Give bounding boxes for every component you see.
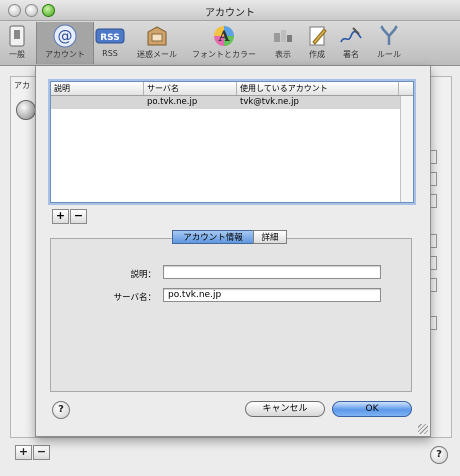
add-account-button[interactable]: + [15,445,32,460]
server-name-label: サーバ名： [113,293,156,303]
svg-text:A: A [218,29,231,45]
panel-control-edge [430,234,437,248]
tab-detail[interactable]: 詳細 [253,230,287,244]
toolbar-item-view[interactable]: 表示 [266,22,300,64]
toolbar-item-signature[interactable]: 署名 [334,22,368,64]
toolbar-item-label: 一般 [9,50,25,59]
table-header: 説明 サーバ名 使用しているアカウント [51,82,413,96]
panel-control-edge [430,194,437,208]
table-row[interactable]: po.tvk.ne.jp tvk@tvk.ne.jp [51,96,413,109]
panel-control-edge [430,256,437,270]
toolbar-item-junk-mail[interactable]: 迷惑メール [130,22,184,64]
toolbar-item-label: フォントとカラー [192,50,256,59]
toolbar-item-fonts-colors[interactable]: A フォントとカラー [186,22,262,64]
title-bar: アカウント [0,0,460,21]
column-header-server[interactable]: サーバ名 [144,82,237,95]
window-title: アカウント [205,8,255,19]
description-label: 説明： [130,270,156,280]
toolbar-item-label: ルール [377,50,401,59]
rules-icon [380,25,398,45]
column-header-account[interactable]: 使用しているアカウント [237,82,399,95]
toolbar-item-label: 迷惑メール [137,50,177,59]
account-icon [16,100,36,120]
tab-account-info[interactable]: アカウント情報 [172,230,254,244]
view-icon [274,30,292,42]
smtp-server-sheet: 説明 サーバ名 使用しているアカウント po.tvk.ne.jp tvk@tvk… [35,66,431,437]
toolbar-item-rss[interactable]: RSS RSS [94,22,126,64]
server-settings-pane [50,238,412,392]
help-button[interactable]: ? [430,446,448,464]
panel-control-edge [430,278,437,292]
at-sign-icon: @ [53,24,77,48]
svg-text:@: @ [58,27,73,45]
toolbar-item-accounts[interactable]: @ アカウント [36,22,94,64]
toolbar-item-label: 署名 [343,50,359,59]
toolbar-item-label: 表示 [275,50,291,59]
resize-grip[interactable] [418,424,428,434]
compose-icon [309,26,327,46]
rss-icon: RSS [95,28,125,44]
cell-server: po.tvk.ne.jp [147,97,198,107]
toolbar-item-compose[interactable]: 作成 [302,22,332,64]
toolbar-item-label: アカウント [45,50,85,59]
font-color-icon: A [214,26,234,46]
panel-control-edge [430,172,437,186]
preferences-toolbar: 一般 @ アカウント RSS RSS 迷惑メール A フォントとカラー 表示 作… [0,21,460,66]
smtp-server-table[interactable]: 説明 サーバ名 使用しているアカウント po.tvk.ne.jp tvk@tvk… [50,81,414,203]
toolbar-item-general[interactable]: 一般 [2,22,32,64]
panel-control-edge [430,316,437,330]
table-scrollbar[interactable] [400,96,413,202]
cancel-button[interactable]: キャンセル [245,401,325,417]
svg-text:RSS: RSS [100,33,120,43]
panel-control-edge [430,150,437,164]
toolbar-item-label: 作成 [309,50,325,59]
accounts-list-header: アカ [14,81,30,90]
description-field[interactable] [163,265,381,279]
toolbar-item-label: RSS [102,49,118,58]
ok-button[interactable]: OK [332,401,412,417]
add-server-button[interactable]: + [52,209,69,224]
remove-account-button[interactable]: − [33,445,50,460]
cell-account: tvk@tvk.ne.jp [240,97,299,107]
cell-description [51,96,144,109]
signature-icon [340,27,362,43]
switch-icon [9,25,25,47]
column-header-description[interactable]: 説明 [51,82,144,95]
junk-mail-icon [147,26,167,46]
remove-server-button[interactable]: − [70,209,87,224]
sheet-help-button[interactable]: ? [52,401,70,419]
toolbar-item-rules[interactable]: ルール [370,22,408,64]
server-name-field[interactable] [163,288,381,302]
